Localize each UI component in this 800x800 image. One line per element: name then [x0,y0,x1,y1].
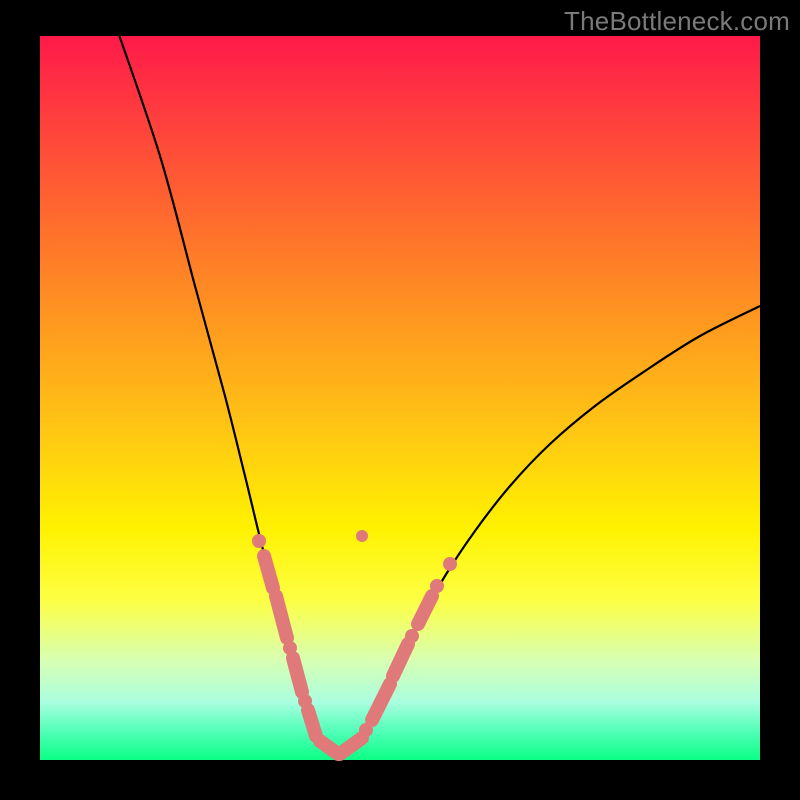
marker-dot [252,534,266,548]
marker-dot [430,579,444,593]
marker-pill [264,556,273,588]
marker-pill [393,644,408,676]
curve-svg [40,36,760,760]
marker-pill [418,596,432,624]
marker-pill [308,710,316,736]
chart-frame: TheBottleneck.com [0,0,800,800]
marker-pill [293,658,302,692]
plot-area [40,36,760,760]
marker-dot [443,557,457,571]
watermark-text: TheBottleneck.com [564,6,790,37]
marker-pill [340,738,362,754]
marker-pill [372,684,390,720]
bottleneck-curve [116,26,760,754]
marker-dot [356,530,368,542]
marker-dot [405,629,419,643]
marker-pill [276,596,287,638]
curve-markers [252,530,457,754]
